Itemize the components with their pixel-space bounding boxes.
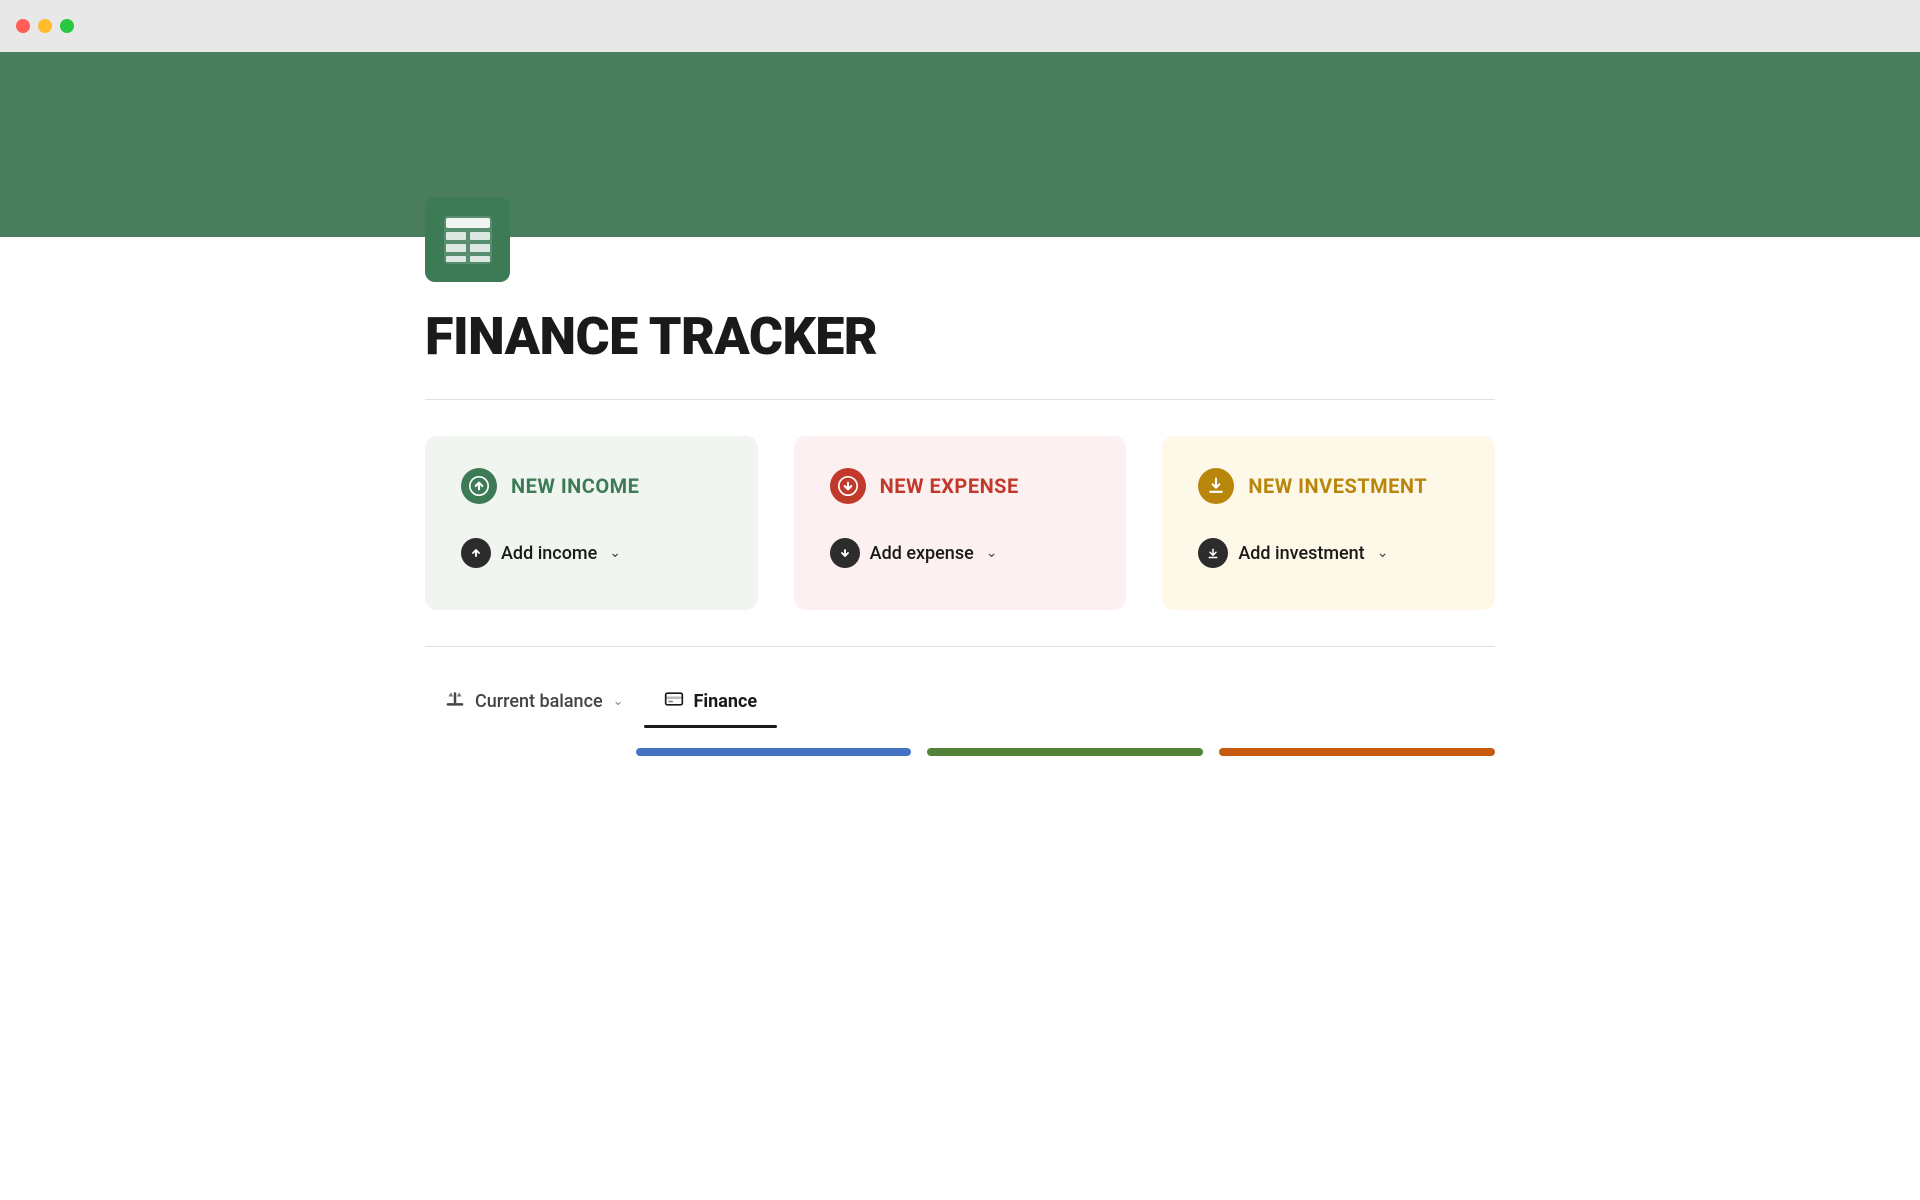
add-expense-button[interactable]: Add expense ⌄ (830, 532, 1091, 574)
investment-icon (1198, 468, 1234, 504)
app-icon (425, 197, 510, 282)
minimize-button[interactable] (38, 19, 52, 33)
close-button[interactable] (16, 19, 30, 33)
income-icon (461, 468, 497, 504)
expense-card-title: NEW EXPENSE (880, 474, 1019, 498)
investment-card-title: NEW INVESTMENT (1248, 474, 1427, 498)
table-preview (425, 748, 1495, 756)
income-card: NEW INCOME Add income ⌄ (425, 436, 758, 610)
expense-card: NEW EXPENSE Add expense ⌄ (794, 436, 1127, 610)
tabs-area: Current balance ⌄ Finance (425, 646, 1495, 756)
add-investment-label: Add investment (1238, 543, 1364, 564)
current-balance-label: Current balance (475, 691, 603, 712)
income-card-title: NEW INCOME (511, 474, 639, 498)
main-content: FINANCE TRACKER NEW INCOME (265, 197, 1655, 756)
expense-card-header: NEW EXPENSE (830, 468, 1091, 504)
cards-container: NEW INCOME Add income ⌄ (425, 436, 1495, 610)
tab-finance[interactable]: Finance (644, 679, 778, 728)
add-income-icon (461, 538, 491, 568)
page-title: FINANCE TRACKER (425, 306, 1495, 367)
expense-chevron-icon: ⌄ (986, 545, 998, 561)
divider-top (425, 399, 1495, 400)
expense-icon (830, 468, 866, 504)
tabs-row: Current balance ⌄ Finance (425, 679, 1495, 728)
finance-card-icon (664, 689, 684, 709)
app-icon-container (425, 197, 1495, 282)
spreadsheet-icon (440, 212, 496, 268)
up-circle-icon (467, 544, 485, 562)
table-col-bar-2 (927, 748, 1203, 756)
download-icon (1206, 476, 1226, 496)
investment-chevron-icon: ⌄ (1377, 545, 1389, 561)
income-chevron-icon: ⌄ (609, 545, 621, 561)
table-col-bar-3 (1219, 748, 1495, 756)
table-col-bar-1 (636, 748, 912, 756)
add-investment-button[interactable]: Add investment ⌄ (1198, 532, 1459, 574)
down-circle-icon (836, 544, 854, 562)
add-expense-label: Add expense (870, 543, 974, 564)
balance-icon (445, 689, 465, 714)
income-card-header: NEW INCOME (461, 468, 722, 504)
download-circle-icon (1204, 544, 1222, 562)
up-arrow-icon (469, 476, 489, 496)
maximize-button[interactable] (60, 19, 74, 33)
balance-tab-chevron-icon: ⌄ (613, 694, 624, 709)
table-col-bar-empty (425, 748, 620, 756)
add-expense-icon (830, 538, 860, 568)
balance-scale-icon (445, 689, 465, 709)
tab-current-balance[interactable]: Current balance ⌄ (425, 679, 644, 728)
investment-card-header: NEW INVESTMENT (1198, 468, 1459, 504)
finance-tab-label: Finance (694, 691, 758, 712)
finance-icon (664, 689, 684, 714)
add-investment-icon (1198, 538, 1228, 568)
down-arrow-icon (838, 476, 858, 496)
add-income-button[interactable]: Add income ⌄ (461, 532, 722, 574)
investment-card: NEW INVESTMENT Add investment ⌄ (1162, 436, 1495, 610)
add-income-label: Add income (501, 543, 597, 564)
title-bar (0, 0, 1920, 52)
